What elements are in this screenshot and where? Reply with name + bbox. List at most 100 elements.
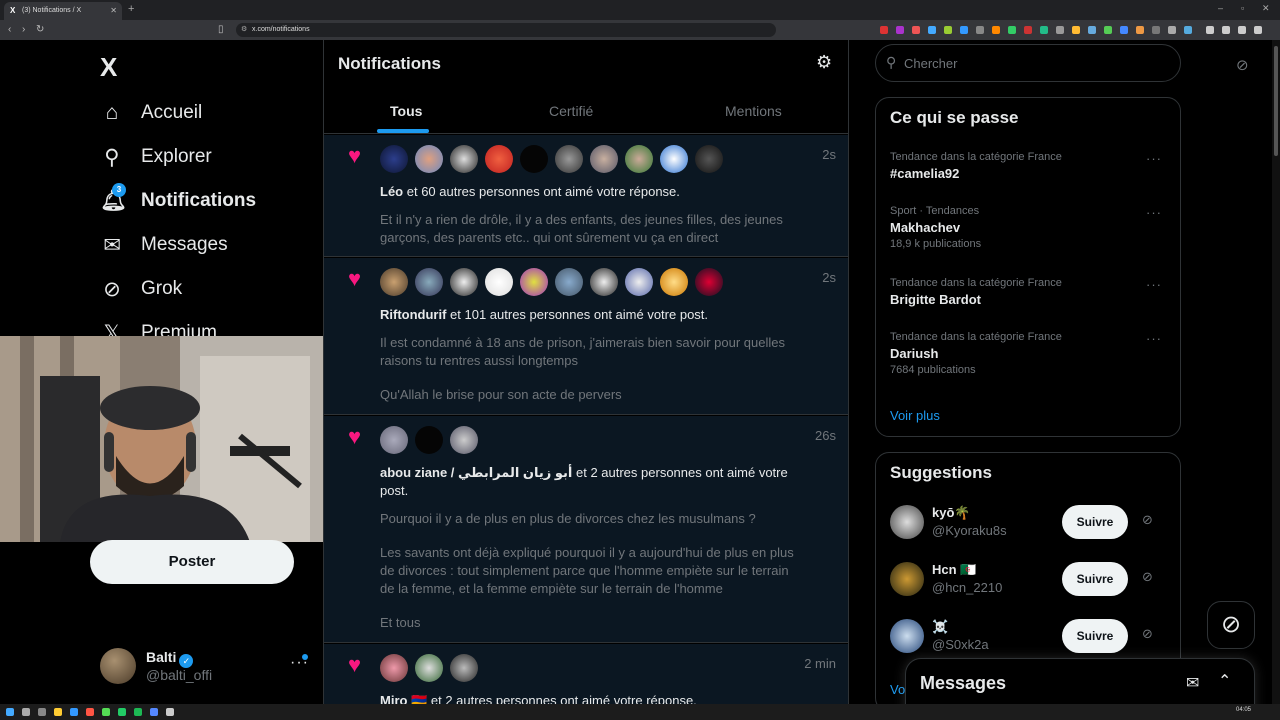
dismiss-icon[interactable]: ⊘: [1142, 512, 1153, 528]
avatar[interactable]: [415, 654, 443, 682]
extension-icon[interactable]: [976, 26, 984, 34]
tab-all[interactable]: Tous: [390, 103, 422, 119]
back-icon[interactable]: ‹: [8, 24, 11, 35]
show-more-link[interactable]: Vo: [890, 682, 905, 697]
file-explorer-icon[interactable]: [54, 708, 62, 716]
url-bar[interactable]: ⚙ x.com/notifications: [236, 23, 776, 37]
avatar[interactable]: [415, 426, 443, 454]
close-window-icon[interactable]: ✕: [1262, 3, 1270, 14]
avatar[interactable]: [520, 145, 548, 173]
avatar[interactable]: [890, 619, 924, 653]
minimize-window-icon[interactable]: –: [1218, 3, 1223, 13]
avatar[interactable]: [695, 268, 723, 296]
extension-icon[interactable]: [960, 26, 968, 34]
x-logo-icon[interactable]: X: [100, 52, 117, 83]
suggestion-item[interactable]: kyō🌴 @Kyoraku8s Suivre ⊘: [890, 503, 1180, 543]
extension-icon[interactable]: [928, 26, 936, 34]
profile-icon[interactable]: [1254, 26, 1262, 34]
app-icon[interactable]: [166, 708, 174, 716]
extension-icon[interactable]: [1088, 26, 1096, 34]
extension-icon[interactable]: [1136, 26, 1144, 34]
more-options-icon[interactable]: ···: [1146, 205, 1162, 220]
app-icon[interactable]: [118, 708, 126, 716]
spotify-icon[interactable]: [134, 708, 142, 716]
new-tab-button[interactable]: +: [128, 3, 134, 15]
search-icon[interactable]: [22, 708, 30, 716]
avatar[interactable]: [450, 654, 478, 682]
extension-icon[interactable]: [1104, 26, 1112, 34]
account-switcher[interactable]: Balti ✓ @balti_offi ···: [100, 646, 310, 686]
avatar[interactable]: [450, 145, 478, 173]
avatar[interactable]: [450, 426, 478, 454]
whatsapp-icon[interactable]: [102, 708, 110, 716]
browser-icon[interactable]: [86, 708, 94, 716]
notification-item[interactable]: ♥ 2s Riftondurif et 101 autres personnes…: [324, 258, 848, 415]
avatar[interactable]: [415, 268, 443, 296]
notification-item[interactable]: ♥ 2s Léo et 60 autres personnes ont aimé…: [324, 135, 848, 257]
avatar[interactable]: [380, 654, 408, 682]
extension-icon[interactable]: [1024, 26, 1032, 34]
more-options-icon[interactable]: ···: [1146, 277, 1162, 292]
trend-item[interactable]: Tendance dans la catégorie France Brigit…: [890, 277, 1170, 307]
grok-button[interactable]: ⊘: [1207, 601, 1255, 649]
sidebar-toggle-icon[interactable]: [1206, 26, 1214, 34]
scrollbar-thumb[interactable]: [1274, 46, 1278, 156]
nav-item-home[interactable]: ⌂ Accueil: [100, 98, 203, 128]
suggestion-item[interactable]: Hcn 🇩🇿 @hcn_2210 Suivre ⊘: [890, 560, 1180, 600]
tab-verified[interactable]: Certifié: [549, 103, 593, 119]
extension-icon[interactable]: [1120, 26, 1128, 34]
trend-item[interactable]: Tendance dans la catégorie France Darius…: [890, 331, 1170, 376]
extension-icon[interactable]: [1152, 26, 1160, 34]
show-more-link[interactable]: Voir plus: [890, 408, 940, 423]
avatar[interactable]: [485, 145, 513, 173]
nav-item-grok[interactable]: ⊘ Grok: [100, 274, 182, 304]
avatar[interactable]: [625, 145, 653, 173]
follow-button[interactable]: Suivre: [1062, 619, 1128, 653]
extension-icon[interactable]: [1008, 26, 1016, 34]
extension-icon[interactable]: [880, 26, 888, 34]
task-view-icon[interactable]: [38, 708, 46, 716]
trend-item[interactable]: Tendance dans la catégorie France #camel…: [890, 151, 1170, 181]
settings-gear-icon[interactable]: ⚙: [816, 52, 832, 73]
tab-mentions[interactable]: Mentions: [725, 103, 782, 119]
avatar[interactable]: [485, 268, 513, 296]
more-options-icon[interactable]: ···: [1146, 151, 1162, 166]
avatar[interactable]: [625, 268, 653, 296]
avatar[interactable]: [415, 145, 443, 173]
new-message-icon[interactable]: ✉: [1186, 673, 1199, 693]
follow-button[interactable]: Suivre: [1062, 562, 1128, 596]
maximize-window-icon[interactable]: ▫: [1241, 3, 1244, 13]
avatar[interactable]: [660, 145, 688, 173]
extension-icon[interactable]: [1072, 26, 1080, 34]
close-tab-icon[interactable]: ✕: [110, 6, 117, 15]
avatar[interactable]: [555, 268, 583, 296]
avatar[interactable]: [380, 268, 408, 296]
more-options-icon[interactable]: ···: [1146, 331, 1162, 346]
nav-item-notifications[interactable]: 🔔︎ 3 Notifications: [100, 183, 256, 216]
avatar[interactable]: [520, 268, 548, 296]
post-button[interactable]: Poster: [90, 540, 294, 584]
reload-icon[interactable]: ↻: [36, 24, 44, 35]
extension-icon[interactable]: [1184, 26, 1192, 34]
avatar[interactable]: [380, 145, 408, 173]
avatar[interactable]: [890, 562, 924, 596]
windows-start-icon[interactable]: [6, 708, 14, 716]
shield-icon[interactable]: [1238, 26, 1246, 34]
notification-item[interactable]: ♥ 26s abou ziane / أبو زيان المرابطي et …: [324, 416, 848, 643]
extension-icon[interactable]: [1040, 26, 1048, 34]
nav-item-messages[interactable]: ✉ Messages: [100, 230, 227, 260]
search-input[interactable]: ⚲ Chercher: [875, 44, 1181, 82]
dismiss-icon[interactable]: ⊘: [1142, 626, 1153, 642]
avatar[interactable]: [450, 268, 478, 296]
avatar[interactable]: [890, 505, 924, 539]
forward-icon[interactable]: ›: [22, 24, 25, 35]
dismiss-icon[interactable]: ⊘: [1142, 569, 1153, 585]
extension-icon[interactable]: [912, 26, 920, 34]
extension-icon[interactable]: [1056, 26, 1064, 34]
avatar[interactable]: [590, 145, 618, 173]
extension-icon[interactable]: [944, 26, 952, 34]
extension-icon[interactable]: [896, 26, 904, 34]
avatar[interactable]: [590, 268, 618, 296]
avatar[interactable]: [660, 268, 688, 296]
avatar[interactable]: [380, 426, 408, 454]
